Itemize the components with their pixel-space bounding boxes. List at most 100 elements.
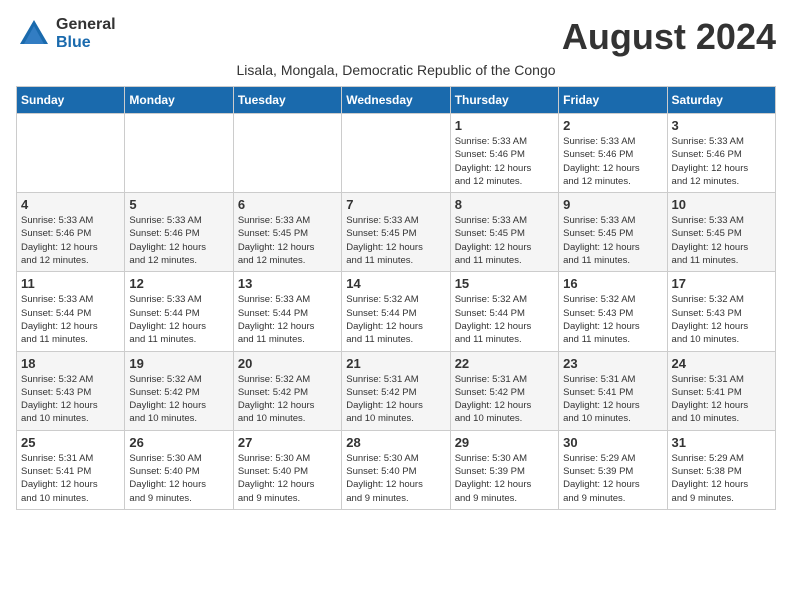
page-header: General Blue August 2024 [16,16,776,58]
logo: General Blue [16,16,116,52]
month-title: August 2024 [562,16,776,58]
day-info: Sunrise: 5:31 AMSunset: 5:41 PMDaylight:… [21,452,120,505]
calendar-day-1: 1 Sunrise: 5:33 AMSunset: 5:46 PMDaylight… [450,114,558,193]
day-info: Sunrise: 5:32 AMSunset: 5:44 PMDaylight:… [346,293,445,346]
day-info: Sunrise: 5:33 AMSunset: 5:44 PMDaylight:… [129,293,228,346]
day-info: Sunrise: 5:32 AMSunset: 5:42 PMDaylight:… [238,373,337,426]
day-number: 17 [672,276,771,291]
day-info: Sunrise: 5:29 AMSunset: 5:38 PMDaylight:… [672,452,771,505]
logo-general: General [56,16,116,34]
day-number: 16 [563,276,662,291]
weekday-header-saturday: Saturday [667,87,775,114]
calendar-day-17: 17Sunrise: 5:32 AMSunset: 5:43 PMDayligh… [667,272,775,351]
weekday-header-wednesday: Wednesday [342,87,450,114]
day-info: Sunrise: 5:33 AMSunset: 5:46 PMDaylight:… [455,135,554,188]
calendar-day-30: 30 Sunrise: 5:29 AMSunset: 5:39 PMDayligh… [559,430,667,509]
calendar-week-1: 1 Sunrise: 5:33 AMSunset: 5:46 PMDaylight… [17,114,776,193]
day-info: Sunrise: 5:33 AMSunset: 5:46 PMDaylight:… [563,135,662,188]
day-number: 1 [455,118,554,133]
day-info: Sunrise: 5:33 AMSunset: 5:45 PMDaylight:… [563,214,662,267]
weekday-header-monday: Monday [125,87,233,114]
logo-blue: Blue [56,34,116,52]
day-number: 11 [21,276,120,291]
weekday-header-row: SundayMondayTuesdayWednesdayThursdayFrid… [17,87,776,114]
day-info: Sunrise: 5:31 AMSunset: 5:42 PMDaylight:… [455,373,554,426]
day-number: 25 [21,435,120,450]
calendar-day-18: 18 Sunrise: 5:32 AMSunset: 5:43 PMDayligh… [17,351,125,430]
day-info: Sunrise: 5:29 AMSunset: 5:39 PMDaylight:… [563,452,662,505]
day-number: 13 [238,276,337,291]
calendar-day-14: 14 Sunrise: 5:32 AMSunset: 5:44 PMDayligh… [342,272,450,351]
day-info: Sunrise: 5:32 AMSunset: 5:43 PMDaylight:… [563,293,662,346]
day-info: Sunrise: 5:33 AMSunset: 5:44 PMDaylight:… [21,293,120,346]
calendar-day-16: 16 Sunrise: 5:32 AMSunset: 5:43 PMDayligh… [559,272,667,351]
calendar-day-24: 24Sunrise: 5:31 AMSunset: 5:41 PMDayligh… [667,351,775,430]
calendar-day-29: 29Sunrise: 5:30 AMSunset: 5:39 PMDayligh… [450,430,558,509]
calendar-day-23: 23 Sunrise: 5:31 AMSunset: 5:41 PMDayligh… [559,351,667,430]
calendar-header: SundayMondayTuesdayWednesdayThursdayFrid… [17,87,776,114]
calendar-week-5: 25 Sunrise: 5:31 AMSunset: 5:41 PMDayligh… [17,430,776,509]
day-info: Sunrise: 5:33 AMSunset: 5:45 PMDaylight:… [672,214,771,267]
day-info: Sunrise: 5:33 AMSunset: 5:46 PMDaylight:… [672,135,771,188]
day-number: 28 [346,435,445,450]
weekday-header-friday: Friday [559,87,667,114]
calendar-day-22: 22 Sunrise: 5:31 AMSunset: 5:42 PMDayligh… [450,351,558,430]
day-number: 31 [672,435,771,450]
day-info: Sunrise: 5:33 AMSunset: 5:45 PMDaylight:… [455,214,554,267]
empty-cell [125,114,233,193]
calendar-week-4: 18 Sunrise: 5:32 AMSunset: 5:43 PMDayligh… [17,351,776,430]
calendar-day-10: 10Sunrise: 5:33 AMSunset: 5:45 PMDayligh… [667,193,775,272]
day-info: Sunrise: 5:32 AMSunset: 5:42 PMDaylight:… [129,373,228,426]
day-number: 23 [563,356,662,371]
day-number: 15 [455,276,554,291]
day-info: Sunrise: 5:33 AMSunset: 5:44 PMDaylight:… [238,293,337,346]
calendar-day-2: 2Sunrise: 5:33 AMSunset: 5:46 PMDaylight… [559,114,667,193]
day-number: 19 [129,356,228,371]
day-info: Sunrise: 5:33 AMSunset: 5:46 PMDaylight:… [21,214,120,267]
day-info: Sunrise: 5:33 AMSunset: 5:46 PMDaylight:… [129,214,228,267]
calendar-week-2: 4 Sunrise: 5:33 AMSunset: 5:46 PMDaylight… [17,193,776,272]
day-number: 4 [21,197,120,212]
calendar-day-25: 25 Sunrise: 5:31 AMSunset: 5:41 PMDayligh… [17,430,125,509]
day-info: Sunrise: 5:32 AMSunset: 5:44 PMDaylight:… [455,293,554,346]
calendar-day-15: 15 Sunrise: 5:32 AMSunset: 5:44 PMDayligh… [450,272,558,351]
subtitle: Lisala, Mongala, Democratic Republic of … [16,62,776,78]
weekday-header-sunday: Sunday [17,87,125,114]
calendar-day-21: 21Sunrise: 5:31 AMSunset: 5:42 PMDayligh… [342,351,450,430]
day-number: 5 [129,197,228,212]
day-info: Sunrise: 5:30 AMSunset: 5:40 PMDaylight:… [129,452,228,505]
day-number: 9 [563,197,662,212]
calendar-day-13: 13 Sunrise: 5:33 AMSunset: 5:44 PMDayligh… [233,272,341,351]
calendar-day-9: 9 Sunrise: 5:33 AMSunset: 5:45 PMDaylight… [559,193,667,272]
day-number: 8 [455,197,554,212]
day-info: Sunrise: 5:31 AMSunset: 5:42 PMDaylight:… [346,373,445,426]
calendar-day-31: 31 Sunrise: 5:29 AMSunset: 5:38 PMDayligh… [667,430,775,509]
day-number: 14 [346,276,445,291]
calendar-table: SundayMondayTuesdayWednesdayThursdayFrid… [16,86,776,510]
calendar-day-3: 3 Sunrise: 5:33 AMSunset: 5:46 PMDaylight… [667,114,775,193]
day-info: Sunrise: 5:31 AMSunset: 5:41 PMDaylight:… [563,373,662,426]
weekday-header-tuesday: Tuesday [233,87,341,114]
day-info: Sunrise: 5:33 AMSunset: 5:45 PMDaylight:… [238,214,337,267]
empty-cell [233,114,341,193]
calendar-day-19: 19 Sunrise: 5:32 AMSunset: 5:42 PMDayligh… [125,351,233,430]
day-number: 3 [672,118,771,133]
calendar-week-3: 11 Sunrise: 5:33 AMSunset: 5:44 PMDayligh… [17,272,776,351]
day-number: 18 [21,356,120,371]
calendar-day-20: 20 Sunrise: 5:32 AMSunset: 5:42 PMDayligh… [233,351,341,430]
day-number: 24 [672,356,771,371]
logo-text: General Blue [56,16,116,52]
calendar-day-12: 12Sunrise: 5:33 AMSunset: 5:44 PMDayligh… [125,272,233,351]
day-info: Sunrise: 5:32 AMSunset: 5:43 PMDaylight:… [21,373,120,426]
day-number: 20 [238,356,337,371]
day-info: Sunrise: 5:30 AMSunset: 5:40 PMDaylight:… [346,452,445,505]
calendar-day-7: 7Sunrise: 5:33 AMSunset: 5:45 PMDaylight… [342,193,450,272]
calendar-day-28: 28 Sunrise: 5:30 AMSunset: 5:40 PMDayligh… [342,430,450,509]
day-number: 27 [238,435,337,450]
calendar-day-26: 26Sunrise: 5:30 AMSunset: 5:40 PMDayligh… [125,430,233,509]
day-info: Sunrise: 5:30 AMSunset: 5:40 PMDaylight:… [238,452,337,505]
calendar-day-8: 8 Sunrise: 5:33 AMSunset: 5:45 PMDaylight… [450,193,558,272]
day-number: 30 [563,435,662,450]
day-number: 22 [455,356,554,371]
weekday-header-thursday: Thursday [450,87,558,114]
